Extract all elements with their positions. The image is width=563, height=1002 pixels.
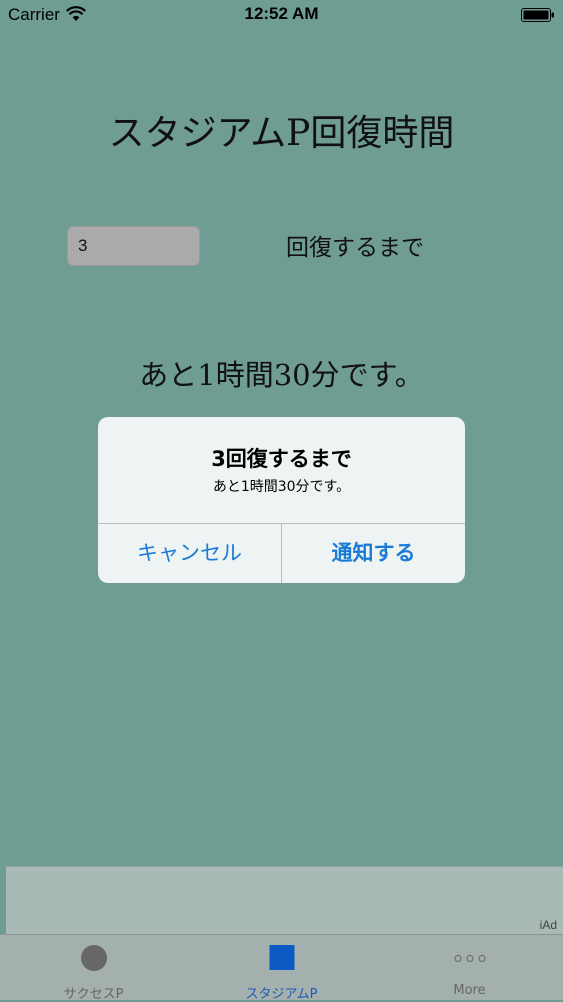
alert-title: 3回復するまで [211,447,352,471]
alert-dialog: 3回復するまで あと1時間30分です。 キャンセル 通知する [98,417,465,583]
remaining-time-text: あと1時間30分です。 [139,358,424,392]
tab-label: More [453,983,486,998]
tab-bar: サクセスP スタジアムP More [0,934,563,1002]
tab-label: スタジアムP [245,987,318,1002]
status-time: 12:52 AM [244,4,319,23]
status-bar: Carrier 12:52 AM [0,0,563,30]
iad-label: iAd [539,918,557,932]
circle-icon [80,945,107,971]
recover-count-input[interactable]: 3 [67,226,200,266]
more-icon [454,955,485,962]
square-icon [269,945,294,970]
ad-banner[interactable]: iAd [6,866,563,934]
recover-count-label: 回復するまで [286,235,424,261]
notify-button[interactable]: 通知する [282,524,465,583]
tab-label: サクセスP [63,987,124,1002]
battery-icon [521,8,554,22]
page-title: スタジアムP回復時間 [108,113,455,154]
tab-stadium-p[interactable]: スタジアムP [188,935,375,1002]
tab-success-p[interactable]: サクセスP [0,935,187,1002]
alert-message: あと1時間30分です。 [212,479,351,495]
cancel-button[interactable]: キャンセル [98,524,281,583]
tab-more[interactable]: More [376,935,563,1001]
